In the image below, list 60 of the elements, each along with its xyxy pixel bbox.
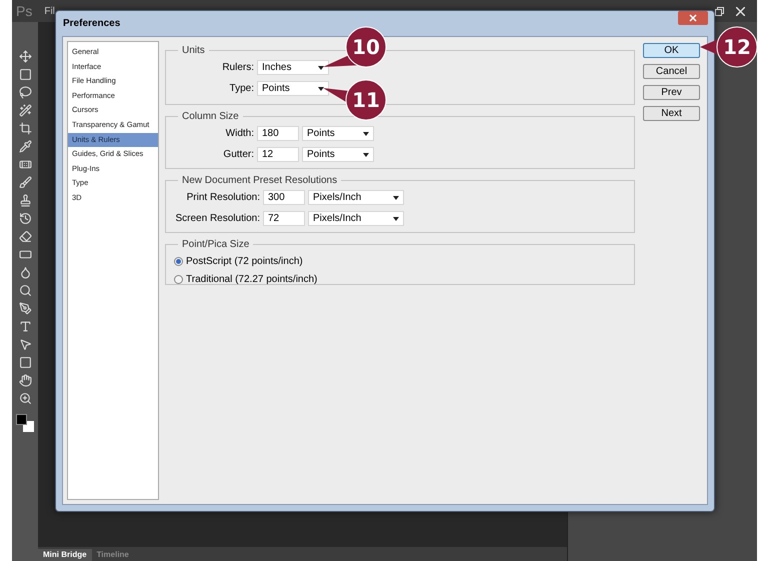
pointer-icon[interactable]	[18, 338, 32, 351]
field-label: Type:	[228, 82, 254, 96]
input-field[interactable]: 180	[257, 126, 299, 141]
caret-icon	[318, 66, 324, 70]
hand-icon[interactable]	[18, 374, 32, 387]
stamp-icon[interactable]	[18, 194, 32, 207]
move-icon[interactable]	[18, 50, 32, 63]
radio-label: Traditional (72.27 points/inch)	[186, 273, 318, 287]
input-field[interactable]: 72	[263, 211, 305, 226]
dialog-button[interactable]: Cancel	[643, 64, 700, 79]
radio-button[interactable]	[174, 257, 183, 266]
app-logo: Ps	[16, 4, 32, 18]
caret-icon	[393, 216, 399, 220]
eyedropper-icon[interactable]	[18, 140, 32, 153]
menu-item[interactable]: Fil	[44, 4, 55, 18]
dropdown[interactable]: Points	[257, 81, 329, 96]
type-icon[interactable]	[18, 320, 32, 333]
dropdown[interactable]: Inches	[257, 60, 329, 75]
field-label: Screen Resolution:	[174, 212, 260, 226]
field-label: Gutter:	[222, 148, 254, 162]
history-brush-icon[interactable]	[18, 212, 32, 225]
rectangle-icon[interactable]	[18, 356, 32, 369]
drop-icon[interactable]	[18, 266, 32, 279]
zoom-icon[interactable]	[18, 392, 32, 405]
dialog-title: Preferences	[62, 17, 120, 31]
pen-icon[interactable]	[18, 302, 32, 315]
close-icon[interactable]	[736, 6, 745, 16]
marquee-icon[interactable]	[18, 68, 32, 81]
dialog-button[interactable]: Prev	[643, 85, 700, 100]
crop-icon[interactable]	[18, 122, 32, 135]
caret-icon	[393, 196, 399, 200]
caret-icon	[363, 152, 369, 156]
dropdown[interactable]: Pixels/Inch	[308, 190, 404, 205]
radio-label: PostScript (72 points/inch)	[186, 255, 303, 269]
radio-button[interactable]	[174, 275, 183, 284]
lasso-icon[interactable]	[18, 86, 32, 99]
field-label: Width:	[224, 127, 254, 141]
group-title: Units	[181, 44, 206, 58]
dialog-button[interactable]: OK	[643, 43, 700, 58]
field-label: Rulers:	[222, 61, 254, 75]
dropdown[interactable]: Points	[302, 147, 374, 162]
close-icon[interactable]	[678, 10, 708, 24]
restore-icon[interactable]	[715, 6, 724, 16]
group-title: New Document Preset Resolutions	[181, 174, 338, 188]
bandage-icon[interactable]	[18, 158, 32, 171]
panel-tab[interactable]: Mini Bridge	[38, 549, 92, 561]
input-field[interactable]: 300	[263, 190, 305, 205]
color-swatch[interactable]	[16, 414, 34, 432]
group-title: Column Size	[181, 110, 240, 124]
eraser-icon[interactable]	[18, 230, 32, 243]
dropdown[interactable]: Pixels/Inch	[308, 211, 404, 226]
input-field[interactable]: 12	[257, 147, 299, 162]
brush-icon[interactable]	[18, 176, 32, 189]
dropdown[interactable]: Points	[302, 126, 374, 141]
caret-icon	[318, 86, 324, 90]
caret-icon	[363, 132, 369, 136]
dialog-button[interactable]: Next	[643, 106, 700, 121]
group-title: Point/Pica Size	[181, 238, 250, 252]
wand-icon[interactable]	[18, 104, 32, 117]
field-label: Print Resolution:	[186, 191, 260, 205]
